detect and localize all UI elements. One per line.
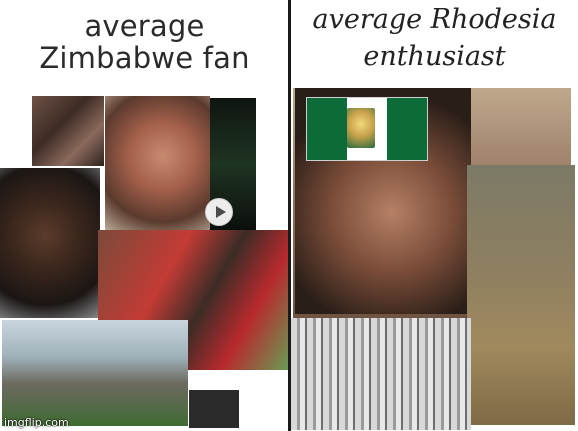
imgflip-watermark: imgflip.com: [4, 416, 69, 429]
left-title-line-1: average: [84, 9, 205, 43]
left-panel: average Zimbabwe fan: [0, 0, 289, 431]
right-title: average Rhodesia enthusiast: [291, 6, 578, 80]
left-title: average Zimbabwe fan: [0, 12, 289, 76]
military-parade-photo: [291, 318, 471, 430]
mugabe-portrait-photo: [0, 168, 100, 318]
left-title-line-2: Zimbabwe fan: [39, 41, 250, 75]
coat-of-arms-icon: [347, 108, 375, 148]
play-icon[interactable]: [205, 198, 233, 226]
black-square-image: [189, 390, 239, 428]
right-title-line-1: average Rhodesia: [312, 4, 557, 35]
soldier-photo: [467, 165, 575, 425]
graffiti-wall-photo: [32, 96, 104, 166]
rhodesia-flag-image: [306, 97, 428, 161]
right-panel: average Rhodesia enthusiast: [291, 0, 578, 431]
shouting-man-photo: [105, 96, 210, 230]
street-riot-photo: [2, 320, 188, 426]
right-title-line-2: enthusiast: [363, 41, 506, 72]
